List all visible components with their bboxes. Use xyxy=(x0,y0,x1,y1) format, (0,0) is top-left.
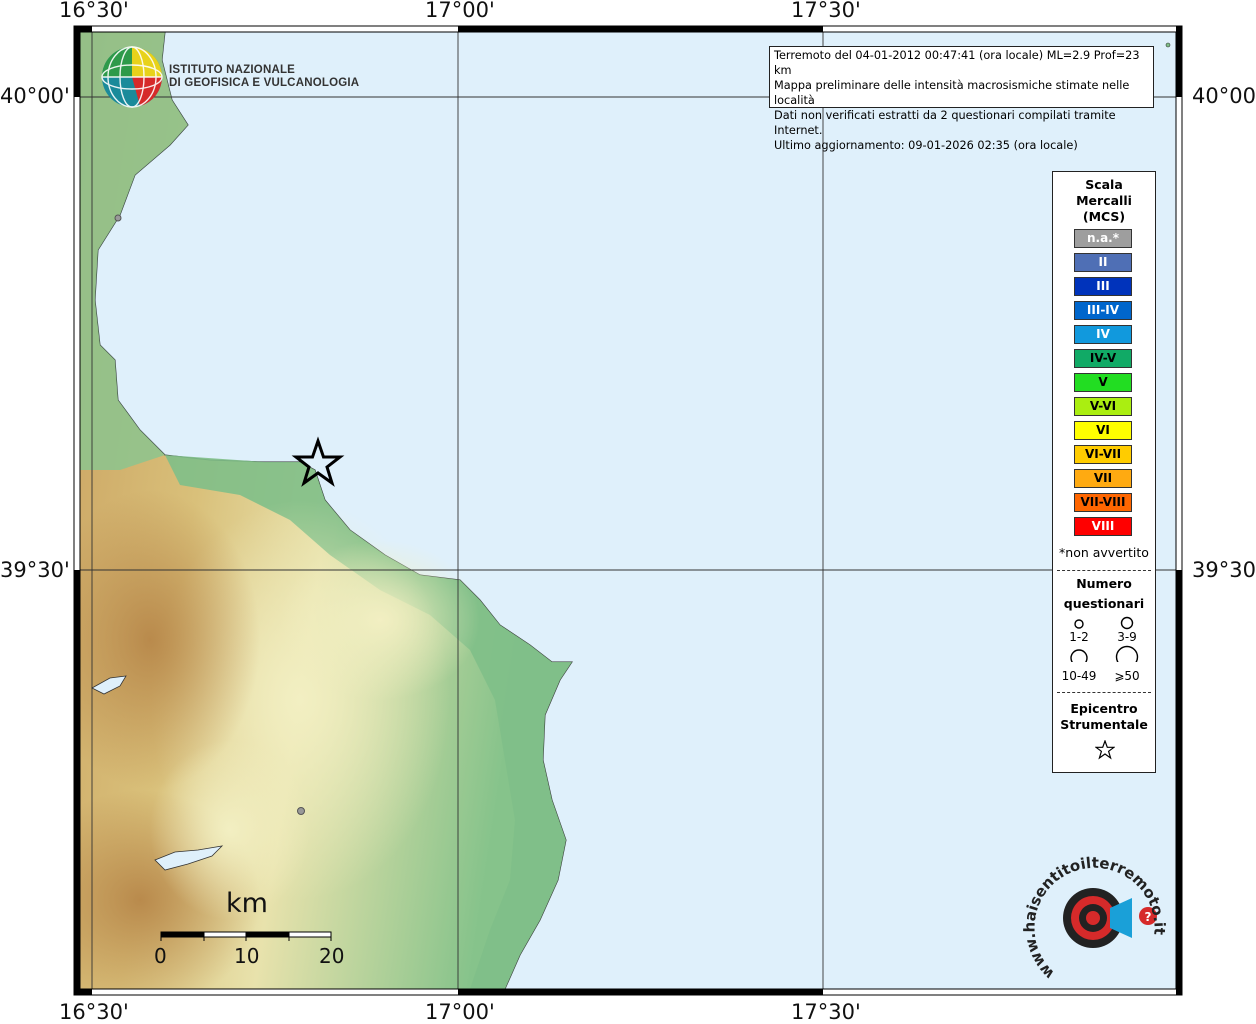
not-felt-note: *non avvertito xyxy=(1059,545,1149,560)
epicenter-legend-star-icon xyxy=(1095,740,1115,760)
legend-title-line3: (MCS) xyxy=(1082,209,1126,224)
scalebar-tick-10: 10 xyxy=(234,944,260,968)
intensity-swatch: VII-VIII xyxy=(1074,493,1132,512)
scalebar-unit: km xyxy=(226,888,268,919)
event-info-line3: Dati non verificati estratti da 2 questi… xyxy=(774,109,1116,137)
legend-title-line2: Mercalli xyxy=(1076,193,1132,208)
legend-title: Scala Mercalli (MCS) xyxy=(1053,177,1155,225)
intensity-swatch: III-IV xyxy=(1074,301,1132,320)
institute-name-line1: ISTITUTO NAZIONALE xyxy=(169,64,296,76)
event-info-line1: Terremoto del 04-01-2012 00:47:41 (ora l… xyxy=(774,49,1140,77)
watermark-arc-text: www.haisentitoilterremoto.it xyxy=(1020,854,1168,983)
mcs-legend: Scala Mercalli (MCS) n.a.* II III III-IV IV I… xyxy=(1052,171,1156,773)
intensity-swatch: VI xyxy=(1074,421,1132,440)
intensity-swatch: IV xyxy=(1074,325,1132,344)
intensity-swatch: V-VI xyxy=(1074,397,1132,416)
town-marker xyxy=(297,807,305,815)
event-info-line4: Ultimo aggiornamento: 09-01-2026 02:35 (… xyxy=(774,139,1078,152)
epicenter-title-line1: Epicentro xyxy=(1070,701,1138,716)
ingv-logo-icon xyxy=(101,46,163,108)
legend-title-line1: Scala xyxy=(1085,177,1123,192)
institute-name: ISTITUTO NAZIONALE DI GEOFISICA E VULCAN… xyxy=(169,64,359,90)
svg-text:www.haisentitoilterremoto.it: www.haisentitoilterremoto.it xyxy=(1020,854,1168,983)
count-label-50: ⩾50 xyxy=(1114,669,1140,683)
intensity-swatch: III xyxy=(1074,277,1132,296)
epicenter-title-line2: Strumentale xyxy=(1060,717,1148,732)
epicenter-title: Epicentro Strumentale xyxy=(1053,701,1155,733)
intensity-swatch: VIII xyxy=(1074,517,1132,536)
scalebar-tick-0: 0 xyxy=(154,944,167,968)
intensity-swatch: n.a.* xyxy=(1074,229,1132,248)
intensity-swatch: VII xyxy=(1074,469,1132,488)
scalebar-tick-20: 20 xyxy=(319,944,345,968)
count-label-3-9: 3-9 xyxy=(1117,630,1137,644)
intensity-swatch: II xyxy=(1074,253,1132,272)
watermark-text: www.haisentitoilterremoto.it xyxy=(1020,854,1168,983)
count-title: Numero questionari xyxy=(1053,574,1155,614)
count-title-line2: questionari xyxy=(1063,596,1145,611)
town-marker xyxy=(114,214,122,222)
institute-name-line2: DI GEOFISICA E VULCANOLOGIA xyxy=(169,77,360,89)
count-label-1-2: 1-2 xyxy=(1069,630,1089,644)
event-info-box: Terremoto del 04-01-2012 00:47:41 (ora l… xyxy=(769,46,1154,152)
event-info-line2: Mappa preliminare delle intensità macros… xyxy=(774,79,1130,107)
intensity-swatch: VI-VII xyxy=(1074,445,1132,464)
count-label-10-49: 10-49 xyxy=(1061,669,1097,683)
intensity-swatch: V xyxy=(1074,373,1132,392)
intensity-swatch: IV-V xyxy=(1074,349,1132,368)
count-title-line1: Numero xyxy=(1076,576,1132,591)
